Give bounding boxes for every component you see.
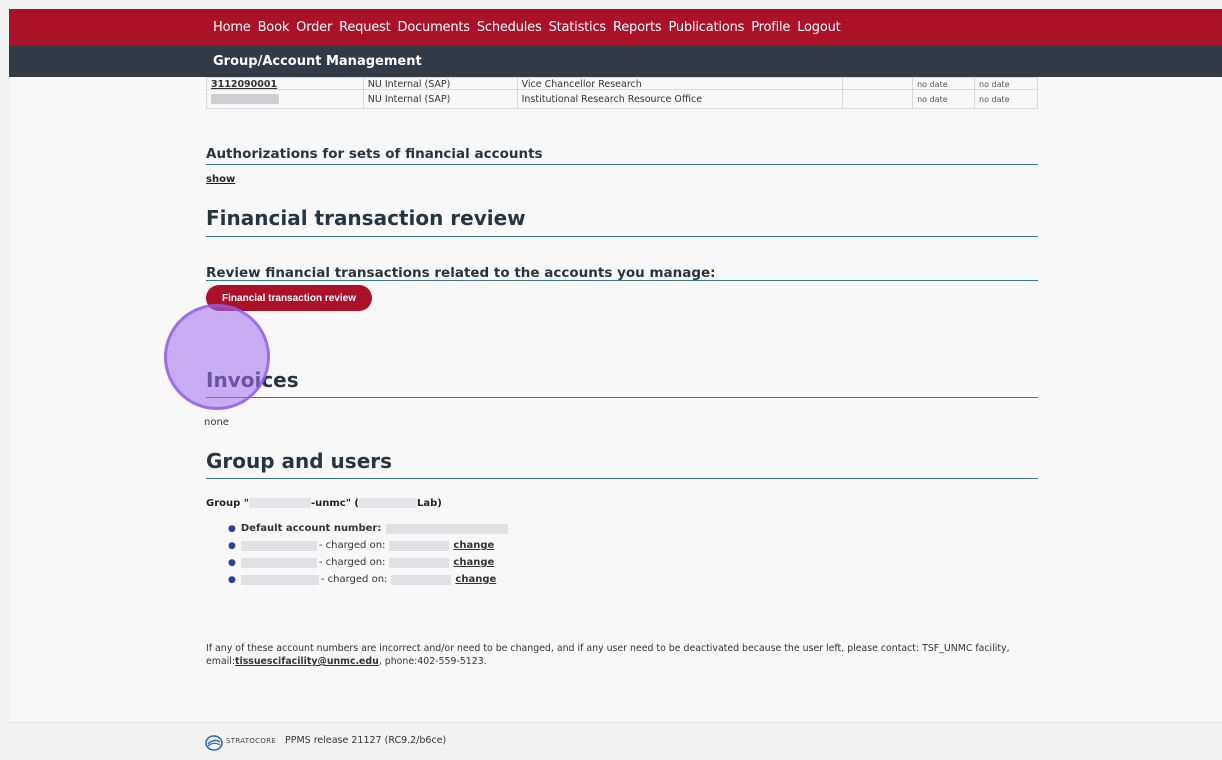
redacted-user <box>240 557 317 568</box>
nav-item-publications[interactable]: Publications <box>668 20 744 35</box>
default-account-label: Default account number: <box>240 523 382 534</box>
group-name: Group " -unmc" (Lab) <box>206 498 442 509</box>
group-user-list: ● Default account number: ● - charged on… <box>228 520 509 588</box>
account-type: NU Internal (SAP) <box>362 89 518 109</box>
account-empty-cell <box>842 89 914 109</box>
nav-item-reports[interactable]: Reports <box>613 20 662 35</box>
financial-review-heading: Financial transaction review <box>206 206 526 230</box>
redacted-account <box>389 540 450 551</box>
invoices-value: none <box>204 417 229 428</box>
change-link[interactable]: change <box>455 574 496 585</box>
account-end-date: no date <box>974 89 1038 109</box>
nav-item-book[interactable]: Book <box>258 20 290 35</box>
account-description: Institutional Research Resource Office <box>516 89 844 109</box>
list-item: ● - charged on: change <box>228 537 508 554</box>
contact-note: If any of these account numbers are inco… <box>206 643 1010 667</box>
list-item: ● Default account number: <box>228 520 509 537</box>
nav-item-schedules[interactable]: Schedules <box>477 20 542 35</box>
redacted-account <box>389 557 450 568</box>
authorizations-heading: Authorizations for sets of financial acc… <box>206 146 543 162</box>
list-item: ● - charged on: change <box>228 554 508 571</box>
divider <box>206 478 1038 479</box>
nav-item-request[interactable]: Request <box>339 20 391 35</box>
nav-item-logout[interactable]: Logout <box>797 20 841 35</box>
redacted-account <box>391 574 452 585</box>
account-number-link[interactable]: 3112090001 <box>206 77 364 90</box>
redacted-user <box>240 574 319 585</box>
nav-item-documents[interactable]: Documents <box>398 20 471 35</box>
top-navigation: Home Book Order Request Documents Schedules St… <box>9 9 1222 46</box>
divider <box>206 397 1038 398</box>
redacted-value <box>386 523 509 534</box>
nav-item-order[interactable]: Order <box>296 20 332 35</box>
change-link[interactable]: change <box>453 557 494 568</box>
nav-item-statistics[interactable]: Statistics <box>549 20 607 35</box>
account-start-date: no date <box>912 89 976 109</box>
bullet-icon: ● <box>228 557 236 568</box>
section-title: Group/Account Management <box>213 54 422 69</box>
charged-on-label: - charged on: <box>318 557 386 568</box>
charged-on-label: - charged on: <box>320 574 388 585</box>
footer: STRATOCORE PPMS release 21127 (RC9.2/b6c… <box>9 722 1222 760</box>
account-start-date: no date <box>912 77 976 90</box>
section-header-bar: Group/Account Management <box>9 46 1222 77</box>
charged-on-label: - charged on: <box>318 540 386 551</box>
bullet-icon: ● <box>228 574 236 585</box>
stratocore-logo-icon <box>205 735 223 751</box>
account-empty-cell <box>842 77 914 90</box>
click-indicator <box>164 304 270 410</box>
nav-item-home[interactable]: Home <box>213 20 251 35</box>
divider <box>206 280 1038 281</box>
bullet-icon: ● <box>228 523 236 534</box>
show-link[interactable]: show <box>206 174 235 185</box>
nav-list: Home Book Order Request Documents Schedules St… <box>213 9 841 46</box>
account-type: NU Internal (SAP) <box>362 77 518 90</box>
nav-item-profile[interactable]: Profile <box>751 20 790 35</box>
footer-brand: STRATOCORE <box>226 737 277 745</box>
group-users-heading: Group and users <box>206 449 393 473</box>
change-link[interactable]: change <box>453 540 494 551</box>
table-row: 3112090001 NU Internal (SAP) Vice Chance… <box>206 77 1038 90</box>
redacted-user <box>240 540 317 551</box>
accounts-table: 3112090001 NU Internal (SAP) Vice Chance… <box>206 77 1038 109</box>
account-end-date: no date <box>974 77 1038 90</box>
bullet-icon: ● <box>228 540 236 551</box>
email-link[interactable]: tissuescifacility@unmc.edu <box>235 656 379 667</box>
financial-review-subheading: Review financial transactions related to… <box>206 265 716 281</box>
release-info: PPMS release 21127 (RC9.2/b6ce) <box>285 735 447 746</box>
account-description: Vice Chancellor Research <box>516 77 844 90</box>
divider <box>206 236 1038 237</box>
list-item: ● - charged on: change <box>228 571 508 588</box>
table-row: NU Internal (SAP) Institutional Research… <box>206 89 1038 109</box>
divider <box>206 164 1038 165</box>
account-number-link[interactable] <box>206 89 364 109</box>
